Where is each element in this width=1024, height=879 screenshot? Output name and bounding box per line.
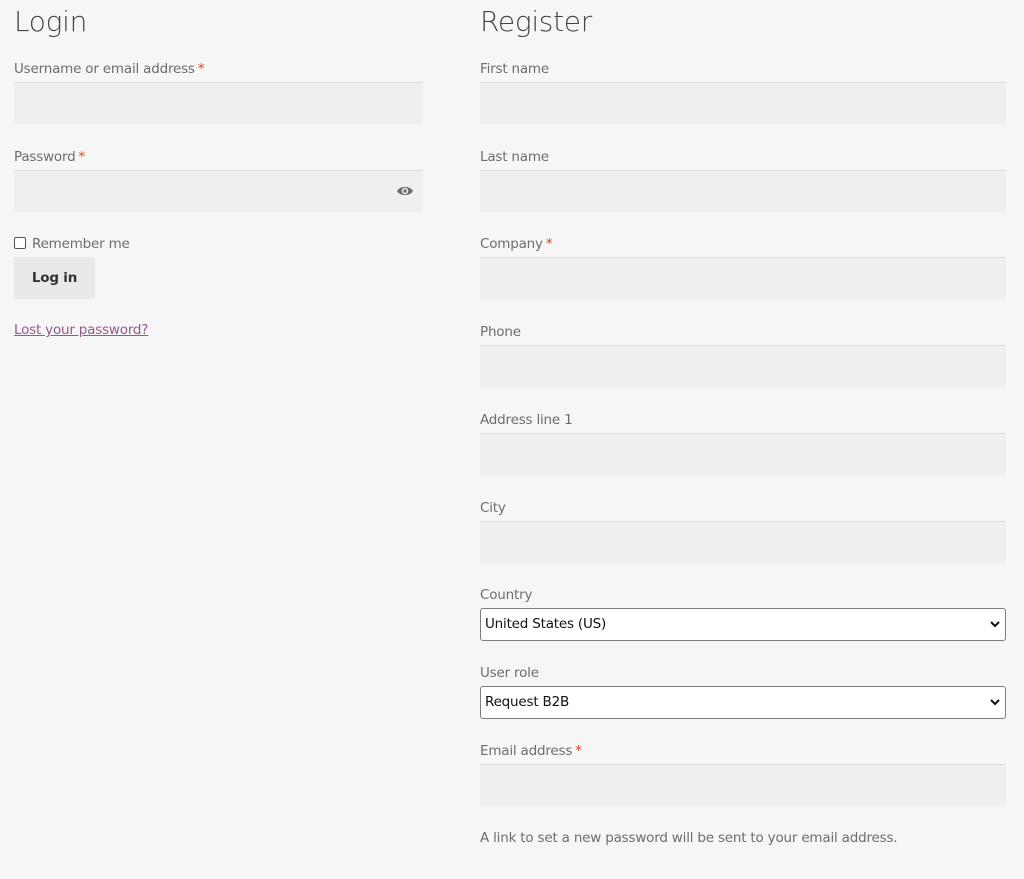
- phone-label: Phone: [480, 324, 521, 340]
- required-mark: *: [575, 743, 582, 759]
- first-name-input[interactable]: [480, 82, 1006, 124]
- email-input[interactable]: [480, 764, 1006, 806]
- username-field-group: Username or email address *: [14, 60, 423, 124]
- password-label: Password *: [14, 149, 86, 165]
- last-name-field-group: Last name: [480, 148, 1006, 212]
- country-label: Country: [480, 587, 533, 603]
- login-button[interactable]: Log in: [14, 257, 95, 299]
- phone-input[interactable]: [480, 345, 1006, 387]
- password-field-group: Password *: [14, 148, 423, 212]
- user-role-field-group: User role Request B2B: [480, 664, 1006, 719]
- address-field-group: Address line 1: [480, 411, 1006, 475]
- login-title: Login: [14, 5, 88, 38]
- username-label: Username or email address *: [14, 61, 205, 77]
- remember-me-checkbox[interactable]: [14, 237, 26, 249]
- required-mark: *: [545, 236, 553, 252]
- city-label: City: [480, 500, 506, 516]
- phone-field-group: Phone: [480, 323, 1006, 387]
- address-line-1-label: Address line 1: [480, 412, 573, 428]
- first-name-field-group: First name: [480, 60, 1006, 124]
- city-field-group: City: [480, 499, 1006, 563]
- required-mark: *: [78, 149, 86, 165]
- company-field-group: Company *: [480, 235, 1006, 299]
- company-label: Company *: [480, 236, 553, 252]
- country-select[interactable]: United States (US): [480, 608, 1006, 641]
- city-input[interactable]: [480, 521, 1006, 563]
- eye-icon[interactable]: [396, 184, 414, 198]
- remember-me-label: Remember me: [32, 236, 130, 252]
- last-name-label: Last name: [480, 149, 549, 165]
- last-name-input[interactable]: [480, 170, 1006, 212]
- first-name-label: First name: [480, 61, 549, 77]
- email-field-group: Email address *: [480, 742, 1006, 806]
- user-role-select[interactable]: Request B2B: [480, 686, 1006, 719]
- register-title: Register: [480, 5, 592, 38]
- country-field-group: Country United States (US): [480, 586, 1006, 641]
- lost-password-link[interactable]: Lost your password?: [14, 322, 148, 338]
- email-label: Email address *: [480, 743, 582, 759]
- user-role-label: User role: [480, 665, 539, 681]
- chevron-down-icon: [990, 699, 1000, 706]
- remember-me-row[interactable]: Remember me: [14, 236, 130, 252]
- required-mark: *: [197, 61, 205, 77]
- company-input[interactable]: [480, 257, 1006, 299]
- chevron-down-icon: [990, 621, 1000, 628]
- address-line-1-input[interactable]: [480, 433, 1006, 475]
- username-input[interactable]: [14, 82, 423, 124]
- password-link-note: A link to set a new password will be sen…: [480, 830, 898, 846]
- user-role-selected-value: Request B2B: [485, 694, 570, 710]
- password-input[interactable]: [14, 170, 423, 212]
- country-selected-value: United States (US): [485, 616, 607, 632]
